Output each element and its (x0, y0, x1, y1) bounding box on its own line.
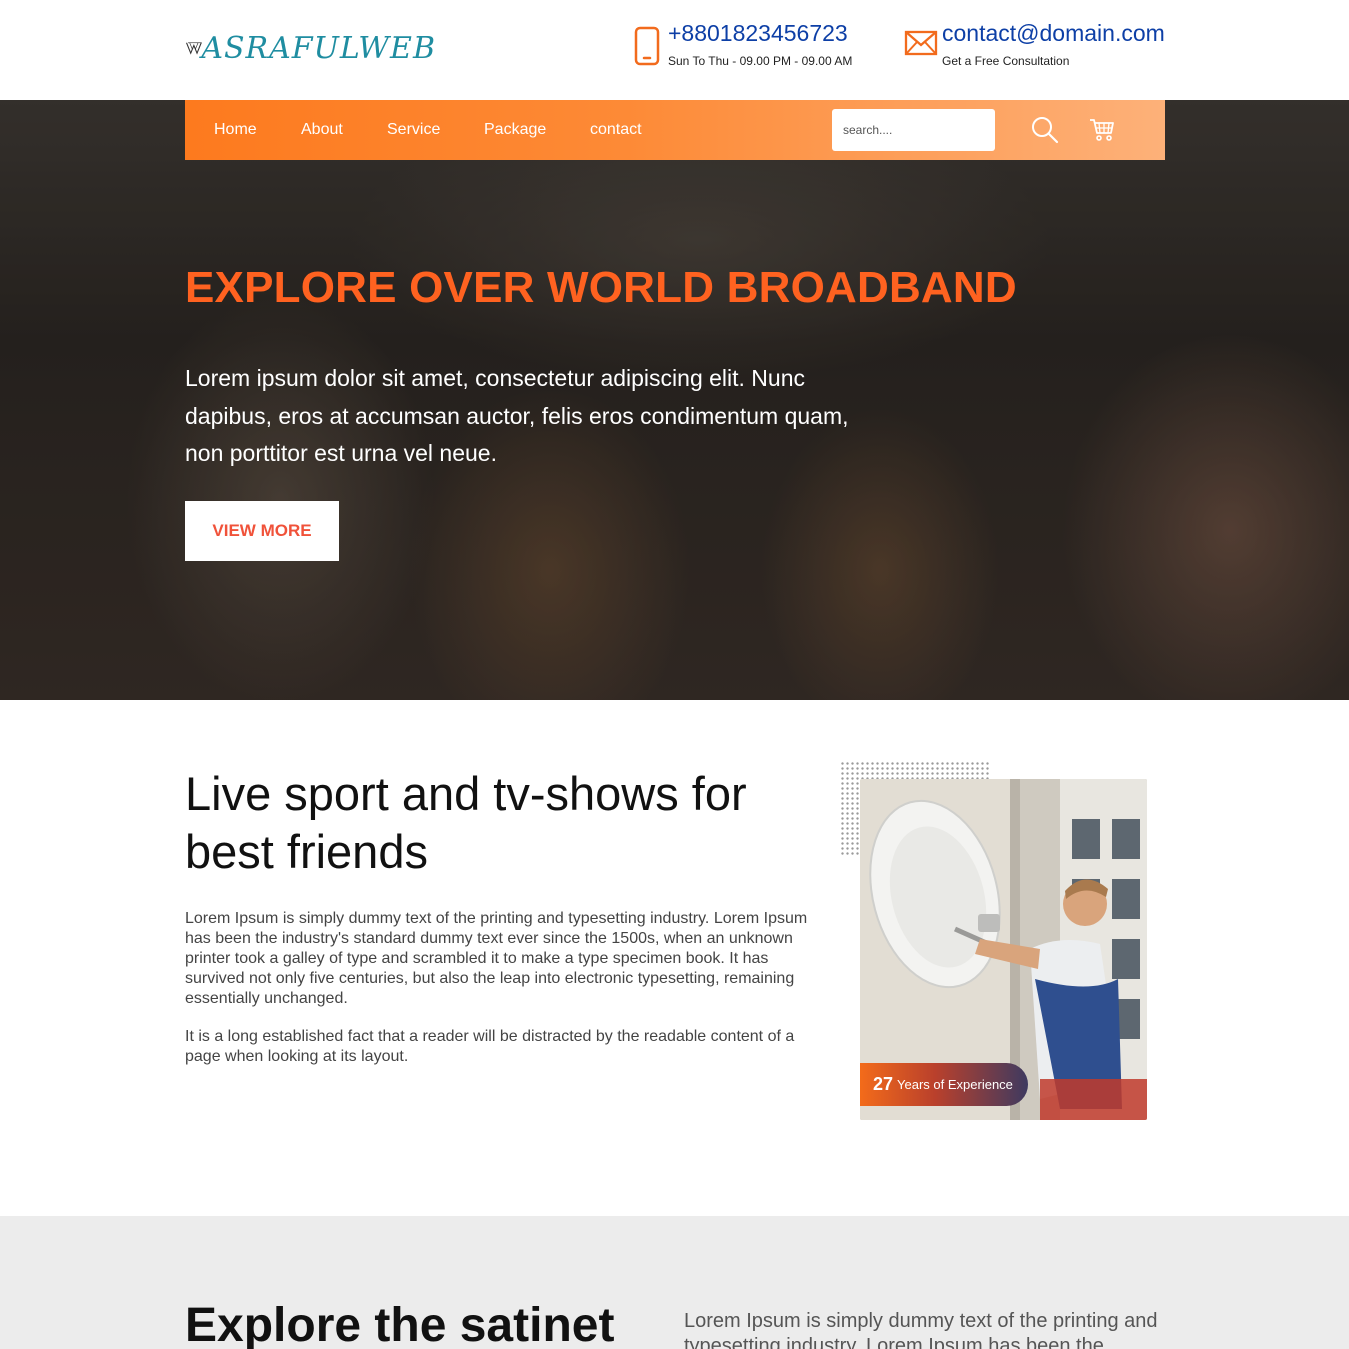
phone-number[interactable]: +8801823456723 (668, 18, 852, 48)
email-contact: contact@domain.com Get a Free Consultati… (904, 18, 1165, 68)
about-paragraph-2: It is a long established fact that a rea… (185, 1028, 795, 1065)
email-address[interactable]: contact@domain.com (942, 18, 1165, 48)
logo[interactable]: ASRAFULWEB (186, 22, 436, 74)
explore-text: Lorem Ipsum is simply dummy text of the … (684, 1310, 1158, 1349)
experience-years: 27 (873, 1074, 894, 1094)
top-header: ASRAFULWEB +8801823456723 Sun To Thu - 0… (0, 0, 1349, 100)
about-title: Live sport and tv-shows for best friends (185, 767, 747, 878)
about-paragraph-1: Lorem Ipsum is simply dummy text of the … (185, 910, 808, 1007)
brand-name: ASRAFULWEB (201, 30, 436, 66)
phone-contact: +8801823456723 Sun To Thu - 09.00 PM - 0… (630, 18, 852, 68)
main-nav: Home About Service Package contact (185, 100, 1165, 160)
phone-icon (630, 18, 664, 68)
nav-item-service[interactable]: Service (387, 121, 440, 139)
nav-item-about[interactable]: About (301, 121, 343, 139)
explore-section: Explore the satinet Lorem Ipsum is simpl… (0, 1216, 1349, 1349)
nav-item-contact[interactable]: contact (590, 121, 642, 139)
experience-badge: 27 Years of Experience (860, 1063, 1028, 1106)
hero-title: EXPLORE OVER WORLD BROADBAND (185, 263, 1017, 312)
cart-icon[interactable] (1089, 118, 1115, 147)
envelope-icon (904, 18, 938, 68)
nav-item-home[interactable]: Home (214, 121, 257, 139)
hero-text: Lorem ipsum dolor sit amet, consectetur … (185, 365, 849, 466)
technician-satellite-image: 27 Years of Experience (860, 779, 1147, 1120)
phone-hours: Sun To Thu - 09.00 PM - 09.00 AM (668, 54, 853, 68)
hero-section: Home About Service Package contact EXPLO… (0, 100, 1349, 700)
experience-label: Years of Experience (897, 1077, 1013, 1092)
explore-title: Explore the satinet (185, 1299, 615, 1349)
nav-item-package[interactable]: Package (484, 121, 546, 139)
search-icon[interactable] (1031, 116, 1059, 149)
search-input[interactable] (832, 109, 995, 151)
email-subtext: Get a Free Consultation (942, 54, 1070, 68)
view-more-button[interactable]: VIEW MORE (185, 501, 339, 561)
